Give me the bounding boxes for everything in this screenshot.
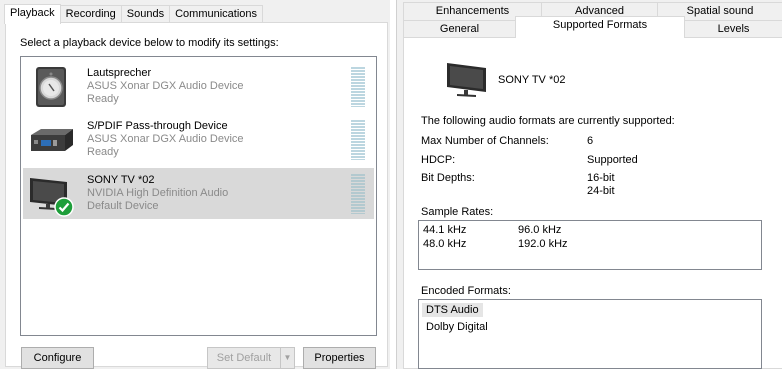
- properties-button[interactable]: Properties: [303, 347, 376, 369]
- sample-rate-item: 48.0 kHz: [423, 238, 467, 250]
- formats-intro: The following audio formats are currentl…: [421, 115, 675, 127]
- tab-playback[interactable]: Playback: [4, 4, 61, 24]
- volume-meter: [351, 174, 365, 214]
- device-name: S/PDIF Pass-through Device: [87, 120, 228, 132]
- sample-rates-list[interactable]: 44.1 kHz 96.0 kHz 48.0 kHz 192.0 kHz: [418, 220, 762, 270]
- chevron-down-icon: ▼: [283, 353, 292, 362]
- bitdepth-label: Bit Depths:: [421, 172, 475, 184]
- device-properties-dialog: Enhancements Advanced Spatial sound Gene…: [396, 0, 782, 369]
- device-name: Lautsprecher: [87, 67, 152, 79]
- playback-panel: Select a playback device below to modify…: [5, 22, 388, 367]
- device-name: SONY TV *02: [498, 74, 566, 86]
- tab-supported-formats[interactable]: Supported Formats: [515, 16, 685, 38]
- channels-value: 6: [587, 135, 594, 147]
- default-device-check-icon: [54, 197, 74, 217]
- device-item-spdif[interactable]: S/PDIF Pass-through Device ASUS Xonar DG…: [23, 114, 374, 165]
- device-status: Default Device: [87, 200, 159, 212]
- supported-formats-panel: SONY TV *02 The following audio formats …: [403, 37, 782, 369]
- properties-label: Properties: [314, 352, 365, 364]
- device-name: SONY TV *02: [87, 174, 155, 186]
- device-description: ASUS Xonar DGX Audio Device: [87, 133, 244, 145]
- encoded-formats-list[interactable]: DTS Audio Dolby Digital: [418, 299, 762, 369]
- sample-rate-item: 96.0 kHz: [518, 224, 562, 236]
- encoded-formats-label: Encoded Formats:: [421, 285, 511, 297]
- sample-rate-item: 192.0 kHz: [518, 238, 568, 250]
- configure-button[interactable]: Configure: [21, 347, 94, 369]
- device-status: Ready: [87, 146, 119, 158]
- volume-meter: [351, 120, 365, 160]
- tab-general[interactable]: General: [403, 20, 516, 38]
- sample-rate-item: 44.1 kHz: [423, 224, 467, 236]
- device-list[interactable]: Lautsprecher ASUS Xonar DGX Audio Device…: [20, 56, 377, 336]
- device-description: ASUS Xonar DGX Audio Device: [87, 80, 244, 92]
- sample-rates-label: Sample Rates:: [421, 206, 494, 218]
- sound-tabs: Playback Recording Sounds Communications: [4, 4, 264, 24]
- spdif-device-icon: [27, 119, 75, 161]
- device-description: NVIDIA High Definition Audio: [87, 187, 229, 199]
- tab-recording[interactable]: Recording: [59, 5, 122, 23]
- volume-meter: [351, 67, 365, 107]
- device-item-sony-tv[interactable]: SONY TV *02 NVIDIA High Definition Audio…: [23, 168, 374, 219]
- set-default-dropdown-button[interactable]: ▼: [280, 347, 295, 369]
- encoded-format-item[interactable]: Dolby Digital: [422, 320, 492, 334]
- configure-label: Configure: [33, 352, 82, 364]
- hdcp-value: Supported: [587, 154, 638, 166]
- set-default-label: Set Default: [216, 352, 272, 364]
- channels-label: Max Number of Channels:: [421, 135, 549, 147]
- sound-dialog-playback: Playback Recording Sounds Communications…: [0, 0, 390, 369]
- device-status: Ready: [87, 93, 119, 105]
- hdcp-label: HDCP:: [421, 154, 456, 166]
- instruction-text: Select a playback device below to modify…: [20, 37, 279, 49]
- tv-monitor-icon: [444, 60, 492, 102]
- set-default-button[interactable]: Set Default: [207, 347, 281, 369]
- bitdepth-value-16: 16-bit: [587, 172, 615, 184]
- tab-levels[interactable]: Levels: [684, 20, 782, 38]
- bitdepth-value-24: 24-bit: [587, 185, 615, 197]
- tab-sounds[interactable]: Sounds: [120, 5, 171, 23]
- device-item-lautsprecher[interactable]: Lautsprecher ASUS Xonar DGX Audio Device…: [23, 61, 374, 112]
- encoded-format-item[interactable]: DTS Audio: [422, 303, 483, 317]
- speaker-icon: [27, 66, 75, 108]
- tab-communications[interactable]: Communications: [169, 5, 264, 23]
